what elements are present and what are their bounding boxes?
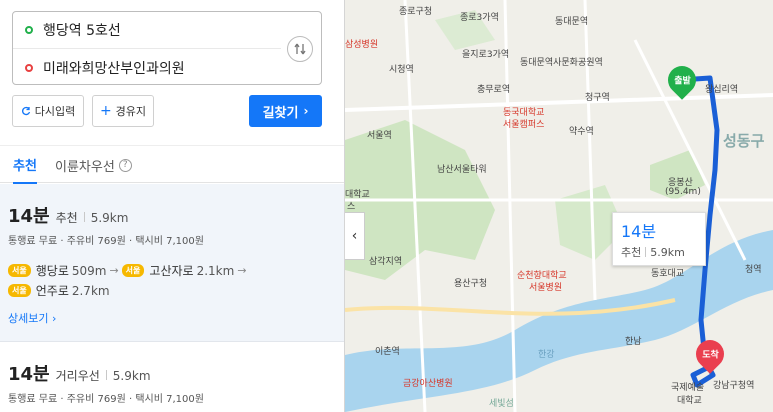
arrow-right-icon: → <box>237 264 247 277</box>
route-card-2[interactable]: 14분 거리우선 5.9km 통행료 무료 · 주유비 769원 · 택시비 7… <box>0 342 344 412</box>
road-list: 서울 행당로 509m → 서울 고산자로 2.1km → <box>8 262 247 279</box>
map-label: 성동구 <box>723 132 765 150</box>
tab-motorcycle[interactable]: 이륜차우선 ? <box>55 146 132 184</box>
info-type: 추천 <box>621 246 642 259</box>
info-distance: 5.9km <box>650 245 685 259</box>
start-dot-icon <box>25 26 33 34</box>
map-label: 충무로역 <box>477 85 511 95</box>
divider <box>83 212 85 222</box>
end-pin-label: 도착 <box>701 350 719 361</box>
collapse-panel-button[interactable]: ‹ <box>345 212 365 260</box>
route-distance: 5.9km <box>90 211 129 225</box>
plus-icon: + <box>99 103 112 119</box>
reset-label: 다시입력 <box>34 105 76 118</box>
start-field[interactable]: 행당역 5호선 <box>13 12 281 49</box>
map-label: 대학교 <box>677 396 702 406</box>
detail-link[interactable]: 상세보기 › <box>8 310 56 326</box>
map-label: 삼성병원 <box>345 40 379 50</box>
end-dot-icon <box>25 63 33 72</box>
map-label: 서울캠퍼스 <box>503 120 545 130</box>
map-label: 청역 <box>745 265 762 275</box>
route-tabs: 추천 이륜차우선 ? <box>0 145 344 184</box>
route-input-box: 행당역 5호선 미래와희망산부인과의원 <box>12 11 322 85</box>
via-button[interactable]: + 경유지 <box>92 95 154 127</box>
map-label: 한강 <box>538 350 555 360</box>
info-sub: 추천 5.9km <box>621 244 697 260</box>
map-label: 약수역 <box>569 127 594 137</box>
map-label: 한남 <box>625 337 642 347</box>
road-badge: 서울 <box>8 284 31 297</box>
map-label: 서울병원 <box>529 283 563 293</box>
via-label: 경유지 <box>115 105 147 118</box>
chevron-right-icon: › <box>303 104 309 118</box>
route-time: 14분 <box>8 364 50 385</box>
map-label: 강남구청역 <box>713 381 755 391</box>
refresh-icon <box>21 106 30 116</box>
reset-button[interactable]: 다시입력 <box>12 95 84 127</box>
route-distance: 5.9km <box>112 369 151 383</box>
map-label: 동호대교 <box>651 269 685 279</box>
map-label: 동대문역 <box>555 17 589 27</box>
start-text: 행당역 5호선 <box>43 23 121 39</box>
road-badge: 서울 <box>121 264 145 277</box>
tab-recommended-label: 추천 <box>13 158 37 174</box>
divider <box>105 370 107 380</box>
map-label: 금강아산병원 <box>403 379 453 389</box>
swap-icon <box>294 43 306 55</box>
map-label: 용산구청 <box>454 279 488 289</box>
map-label: 종로3가역 <box>460 13 499 23</box>
map-label: 동대문역사문화공원역 <box>520 58 603 68</box>
map-label: 을지로3가역 <box>462 50 510 60</box>
map-label: 남산서울타워 <box>437 165 487 175</box>
action-row: 다시입력 + 경유지 길찾기 › <box>12 95 322 127</box>
road-km: 2.7km <box>71 283 110 298</box>
route-time: 14분 <box>8 206 50 227</box>
road-km: 2.1km <box>196 263 235 278</box>
tab-recommended[interactable]: 추천 <box>13 146 37 184</box>
chevron-right-icon: › <box>51 312 57 325</box>
route-panel: 행당역 5호선 미래와희망산부인과의원 다시입력 + 경유지 길찾기 › 추천 … <box>0 0 345 412</box>
road-name: 언주로 <box>35 284 69 298</box>
route-card-1[interactable]: 14분 추천 5.9km 통행료 무료 · 주유비 769원 · 택시비 7,1… <box>0 184 344 342</box>
route-summary: 14분 거리우선 5.9km <box>8 360 151 386</box>
map-label: 삼각지역 <box>369 257 403 267</box>
road-name: 행당로 <box>35 264 69 278</box>
road-list-2: 서울 언주로 2.7km <box>8 282 110 299</box>
start-pin-label: 출발 <box>673 76 691 87</box>
end-field[interactable]: 미래와희망산부인과의원 <box>13 49 281 86</box>
chevron-left-icon: ‹ <box>351 228 358 244</box>
map-label: 청구역 <box>585 93 610 103</box>
divider <box>645 247 647 257</box>
route-info-box[interactable]: 14분 추천 5.9km <box>612 212 706 266</box>
road-badge: 서울 <box>8 264 31 277</box>
road-name: 고산자로 <box>149 264 194 278</box>
tab-motorcycle-label: 이륜차우선 <box>55 159 115 175</box>
map-label: 서울역 <box>367 131 392 141</box>
map-label: 국제예술 <box>671 383 705 393</box>
go-label: 길찾기 <box>262 105 299 121</box>
road-km: 509m <box>71 263 107 278</box>
map-label: 종로구청 <box>399 7 433 17</box>
arrow-right-icon: → <box>109 264 119 277</box>
route-cost: 통행료 무료 · 주유비 769원 · 택시비 7,100원 <box>8 394 204 405</box>
map-label: 왕십리역 <box>705 85 739 95</box>
detail-label: 상세보기 <box>8 312 49 325</box>
map-label: 세빛섬 <box>489 399 514 409</box>
search-route-button[interactable]: 길찾기 › <box>249 95 322 127</box>
map-label: 시청역 <box>389 65 414 75</box>
route-cost: 통행료 무료 · 주유비 769원 · 택시비 7,100원 <box>8 236 204 247</box>
map-label: (95.4m) <box>665 187 701 197</box>
swap-button[interactable] <box>287 36 313 62</box>
route-summary: 14분 추천 5.9km <box>8 202 128 228</box>
help-icon[interactable]: ? <box>118 158 132 172</box>
map-label: 이촌역 <box>375 347 400 357</box>
map-label: 스 <box>347 202 356 212</box>
info-time: 14분 <box>621 222 657 241</box>
route-type: 거리우선 <box>55 369 100 383</box>
end-text: 미래와희망산부인과의원 <box>43 60 185 77</box>
route-type: 추천 <box>55 211 78 225</box>
